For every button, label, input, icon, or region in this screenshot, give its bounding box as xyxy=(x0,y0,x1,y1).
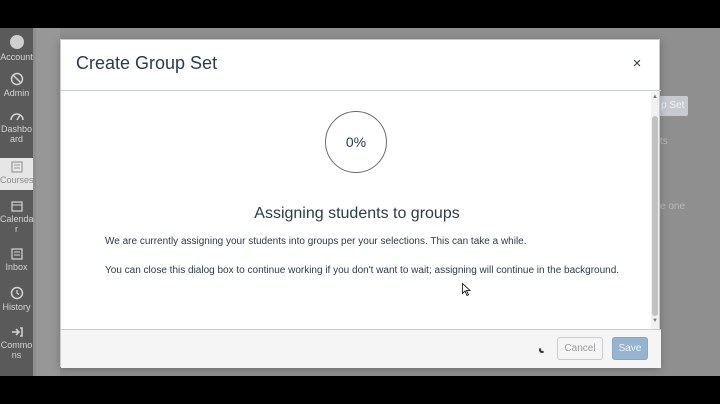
status-message: We are currently assigning your students… xyxy=(105,236,527,247)
nav-item-dashboard[interactable]: Dashbo ard xyxy=(0,110,33,144)
dialog-title: Create Group Set xyxy=(76,53,218,73)
dialog-footer: Cancel Save xyxy=(61,329,661,368)
progress-indicator: 0% xyxy=(325,111,387,173)
scroll-down-arrow-icon[interactable]: ▼ xyxy=(652,318,658,324)
dialog-body: 0% Assigning students to groups We are c… xyxy=(61,92,661,329)
mouse-cursor-icon xyxy=(462,283,471,296)
courses-icon xyxy=(10,161,23,173)
close-button[interactable]: × xyxy=(627,54,647,74)
global-nav: Account Admin Dashbo ard Courses Calenda… xyxy=(0,28,34,376)
scroll-up-arrow-icon[interactable]: ▲ xyxy=(652,94,658,100)
admin-icon xyxy=(10,72,23,86)
dialog-header: Create Group Set × xyxy=(61,40,661,91)
background-text: e one xyxy=(660,201,686,212)
history-icon xyxy=(10,286,23,300)
save-button[interactable]: Save xyxy=(612,337,648,360)
dialog-scrollbar[interactable]: ▲ ▼ xyxy=(651,92,659,329)
nav-label: Inbox xyxy=(5,262,28,272)
course-nav-background xyxy=(36,28,60,376)
nav-item-courses[interactable]: Courses xyxy=(0,158,34,190)
nav-label: Dashbo ard xyxy=(0,124,33,144)
account-icon xyxy=(9,35,24,49)
calendar-icon xyxy=(10,201,23,212)
dashboard-icon xyxy=(9,113,24,121)
status-heading: Assigning students to groups xyxy=(254,205,460,222)
nav-item-account[interactable]: Account xyxy=(0,34,33,62)
inbox-icon xyxy=(10,248,23,260)
status-message: You can close this dialog box to continu… xyxy=(105,265,620,276)
nav-label: Admin xyxy=(3,88,30,98)
nav-label: History xyxy=(2,302,31,312)
nav-label: Commo ns xyxy=(0,340,33,360)
scrollbar-thumb[interactable] xyxy=(652,116,658,316)
nav-label: Account xyxy=(0,52,33,62)
nav-item-history[interactable]: History xyxy=(0,286,33,312)
nav-item-calendar[interactable]: Calenda r xyxy=(0,200,34,234)
nav-item-inbox[interactable]: Inbox xyxy=(0,248,33,272)
background-text: ts xyxy=(660,136,668,147)
nav-label: Calenda r xyxy=(0,214,34,234)
loading-spinner-icon xyxy=(539,347,545,353)
nav-label: Courses xyxy=(0,175,34,185)
nav-item-commons[interactable]: Commo ns xyxy=(0,326,33,360)
nav-item-admin[interactable]: Admin xyxy=(0,72,33,98)
commons-icon xyxy=(11,327,23,337)
page-overlay: Account Admin Dashbo ard Courses Calenda… xyxy=(0,28,720,376)
create-group-set-dialog: Create Group Set × 0% Assigning students… xyxy=(60,39,661,368)
cancel-button[interactable]: Cancel xyxy=(557,337,603,360)
